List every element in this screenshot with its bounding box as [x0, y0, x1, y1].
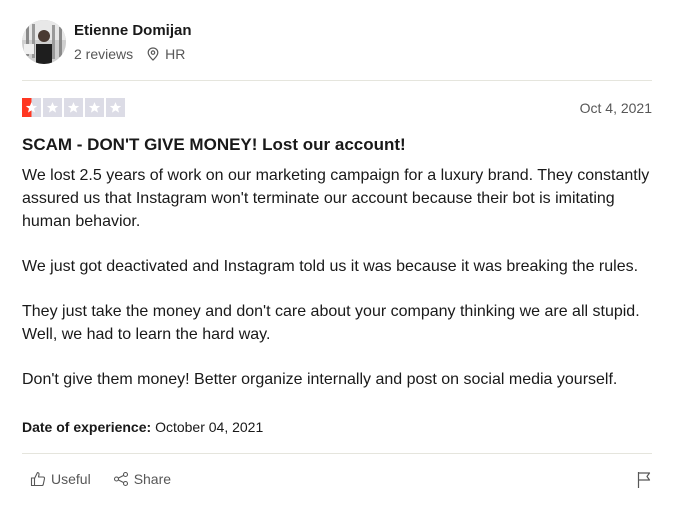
useful-label: Useful [51, 471, 91, 487]
avatar[interactable] [22, 20, 66, 64]
useful-button[interactable]: Useful [30, 471, 91, 487]
location-pin-icon [147, 47, 159, 61]
date-of-experience: Date of experience: October 04, 2021 [22, 419, 263, 435]
review-paragraph: Don't give them money! Better organize i… [22, 371, 618, 388]
review-paragraph: We lost 2.5 years of work on our marketi… [22, 167, 650, 230]
review-card: Etienne Domijan 2 reviews HR Oct 4, 2021 [22, 0, 652, 511]
reviewer-country: HR [165, 46, 186, 62]
reviewer-name[interactable]: Etienne Domijan [74, 22, 192, 39]
share-icon [113, 471, 128, 487]
flag-icon [637, 472, 651, 488]
review-paragraph: They just take the money and don't care … [22, 303, 640, 343]
star-icon [22, 98, 41, 117]
reviewer-meta: 2 reviews HR [74, 46, 185, 62]
share-button[interactable]: Share [113, 471, 171, 487]
star-icon [106, 98, 125, 117]
divider [22, 80, 652, 81]
star-icon [64, 98, 83, 117]
review-count: 2 reviews [74, 46, 134, 62]
experience-date: October 04, 2021 [155, 419, 264, 435]
star-icon [43, 98, 62, 117]
star-rating [22, 98, 127, 117]
review-paragraph: We just got deactivated and Instagram to… [22, 258, 639, 275]
review-body: We lost 2.5 years of work on our marketi… [22, 164, 652, 413]
thumbs-up-icon [30, 471, 46, 487]
share-label: Share [133, 471, 172, 487]
experience-label: Date of experience: [22, 419, 152, 435]
review-title[interactable]: SCAM - DON'T GIVE MONEY! Lost our accoun… [22, 135, 406, 155]
report-button[interactable] [636, 471, 652, 494]
divider [22, 453, 652, 454]
reviewer-location: HR [147, 46, 185, 62]
review-date: Oct 4, 2021 [579, 100, 652, 116]
review-actions: Useful Share [30, 471, 193, 487]
star-icon [85, 98, 104, 117]
